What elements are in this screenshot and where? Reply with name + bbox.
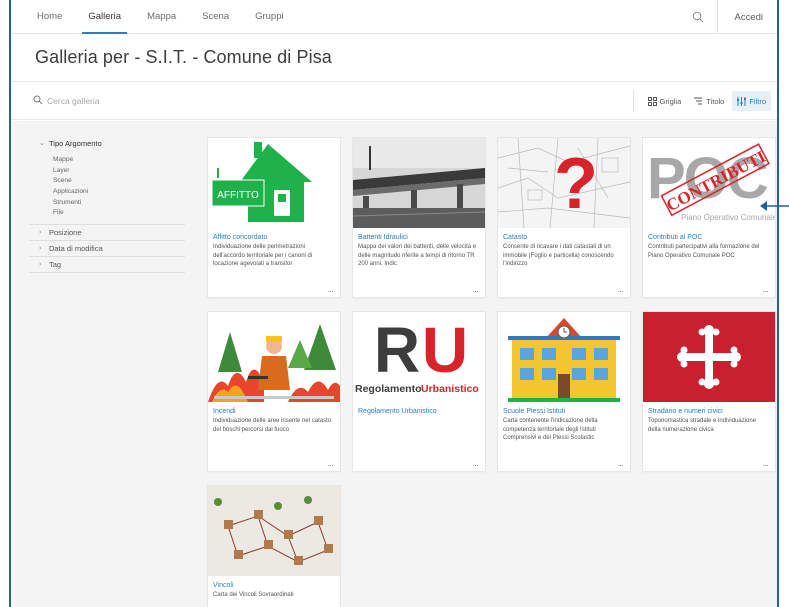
thumb-subtitle: Piano Operativo Comunale [681, 213, 775, 222]
search-icon [33, 92, 43, 110]
sort-title-button[interactable]: Titolo [689, 91, 729, 111]
signin-link[interactable]: Accedi [718, 12, 777, 23]
facet-option-layer[interactable]: Layer [53, 166, 185, 177]
nav-mappa[interactable]: Mappa [147, 0, 176, 34]
grid-view-button[interactable]: Griglia [643, 91, 687, 111]
question-mark-icon: ? [554, 144, 598, 224]
gallery-search-bar: Cerca galleria Griglia Titolo Filtro [11, 82, 777, 120]
nav-gruppi[interactable]: Gruppi [255, 0, 284, 34]
nav-scena[interactable]: Scena [202, 0, 229, 34]
card-title[interactable]: Affitto concordato [208, 228, 340, 241]
card-description: Individuazione delle perimetrazioni dell… [213, 244, 313, 268]
thumb-subtitle-1: Regolamento [355, 383, 422, 395]
gallery-card[interactable]: Battenti Idraulici Mappa dei valori dei … [353, 138, 485, 297]
card-title[interactable]: Contributi al POC [643, 228, 775, 241]
more-options-icon[interactable]: ... [473, 285, 479, 294]
card-description: Contributi partecipativi alla formazione… [648, 244, 760, 259]
facet-tipo-label: Tipo Argomento [49, 138, 102, 148]
facet-option-mappe[interactable]: Mappe [53, 155, 185, 166]
nav-galleria[interactable]: Galleria [82, 0, 127, 34]
filter-icon [737, 96, 747, 106]
more-options-icon[interactable]: ... [328, 285, 334, 294]
gallery-card[interactable]: Stradario e numeri civici Toponomastica … [643, 312, 775, 471]
filter-button[interactable]: Filtro [732, 91, 771, 111]
card-thumbnail: AFFITTO [208, 138, 340, 228]
chevron-right-icon: › [39, 229, 42, 237]
card-title[interactable]: Catasto [498, 228, 630, 241]
facet-posizione-label: Posizione [49, 228, 82, 238]
card-thumbnail [643, 312, 775, 402]
facet-tipo-header[interactable]: ⌄ Tipo Argomento [29, 133, 185, 153]
card-description: Consente di ricavare i dati catastali di… [503, 244, 614, 268]
grid-view-label: Griglia [659, 96, 682, 106]
gallery-card[interactable]: ? Catasto Consente di ricavare i dati ca… [498, 138, 630, 297]
card-description [353, 415, 485, 442]
card-title[interactable]: Battenti Idraulici [353, 228, 485, 241]
card-title[interactable]: Regolamento Urbanistico [353, 402, 485, 415]
gallery-search-input[interactable]: Cerca galleria [47, 96, 99, 106]
thumb-text: AFFITTO [217, 190, 259, 201]
facet-data-modifica[interactable]: › Data di modifica [29, 241, 185, 258]
gallery-card[interactable]: Scuole Plessi Istituti Carta contenente … [498, 312, 630, 471]
nav-home[interactable]: Home [37, 0, 62, 34]
top-navigation: Home Galleria Mappa Scena Gruppi Accedi [11, 0, 777, 34]
more-options-icon[interactable]: ... [618, 459, 624, 468]
sort-title-label: Titolo [706, 96, 725, 106]
more-options-icon[interactable]: ... [473, 459, 479, 468]
card-thumbnail [208, 486, 340, 576]
more-options-icon[interactable]: ... [763, 285, 769, 294]
chevron-right-icon: › [39, 261, 42, 269]
card-thumbnail: R U Regolamento Urbanistico [353, 312, 485, 402]
more-options-icon[interactable]: ... [328, 459, 334, 468]
card-description: Individuazione delle aree inserite nel c… [213, 418, 332, 433]
facet-option-file[interactable]: File [53, 208, 185, 219]
facet-tipo-argomento: ⌄ Tipo Argomento Mappe Layer Scene Appli… [29, 133, 185, 226]
gallery-card[interactable]: POC Piano Operativo Comunale CONTRIBUTI … [643, 138, 775, 297]
search-icon[interactable] [678, 0, 719, 34]
gallery-card[interactable]: AFFITTO Affitto concordato Individuazion… [208, 138, 340, 297]
gallery-card[interactable]: Incendi Individuazione delle aree inseri… [208, 312, 340, 471]
card-description: Carta contenente l'indicazione della com… [503, 418, 598, 442]
facet-option-scene[interactable]: Scene [53, 176, 185, 187]
card-description: Carta dei Vincoli Sovraordinati [213, 592, 294, 598]
facet-option-applicazioni[interactable]: Applicazioni [53, 187, 185, 198]
thumb-text-r: R [374, 314, 420, 386]
card-title[interactable]: Incendi [208, 402, 340, 415]
more-options-icon[interactable]: ... [763, 459, 769, 468]
gallery-content: ⌄ Tipo Argomento Mappe Layer Scene Appli… [11, 121, 777, 607]
gallery-card[interactable]: Vincoli Carta dei Vincoli Sovraordinati [208, 486, 340, 607]
app-window: Home Galleria Mappa Scena Gruppi Accedi … [9, 0, 779, 607]
facet-data-label: Data di modifica [49, 244, 103, 254]
card-title[interactable]: Vincoli [208, 576, 340, 589]
facet-posizione[interactable]: › Posizione [29, 225, 185, 242]
grid-icon [647, 96, 657, 106]
card-thumbnail [498, 312, 630, 402]
card-thumbnail: ? [498, 138, 630, 228]
page-title: Galleria per - S.I.T. - Comune di Pisa [35, 47, 332, 67]
arrow-left-icon [760, 201, 789, 211]
card-description: Toponomastica stradale e individuazione … [648, 418, 757, 433]
more-options-icon[interactable]: ... [618, 285, 624, 294]
chevron-down-icon: ⌄ [39, 140, 45, 147]
facet-option-strumenti[interactable]: Strumenti [53, 198, 185, 209]
filter-label: Filtro [749, 96, 766, 106]
filter-sidebar: ⌄ Tipo Argomento Mappe Layer Scene Appli… [29, 133, 185, 274]
facet-tag[interactable]: › Tag [29, 257, 185, 274]
card-description: Mappa dei valori dei battenti, delle vel… [358, 244, 477, 268]
page-header: Galleria per - S.I.T. - Comune di Pisa [11, 34, 777, 82]
chevron-right-icon: › [39, 245, 42, 253]
card-title[interactable]: Stradario e numeri civici [643, 402, 775, 415]
thumb-subtitle-2: Urbanistico [421, 383, 479, 395]
facet-tag-label: Tag [49, 260, 62, 270]
card-thumbnail [353, 138, 485, 228]
gallery-card[interactable]: R U Regolamento Urbanistico Regolamento … [353, 312, 485, 471]
sort-icon [694, 97, 703, 105]
card-thumbnail: POC Piano Operativo Comunale CONTRIBUTI [643, 138, 775, 228]
thumb-text-u: U [422, 314, 468, 386]
view-switcher: Griglia Titolo Filtro [632, 90, 771, 112]
card-title[interactable]: Scuole Plessi Istituti [498, 402, 630, 415]
card-thumbnail [208, 312, 340, 402]
